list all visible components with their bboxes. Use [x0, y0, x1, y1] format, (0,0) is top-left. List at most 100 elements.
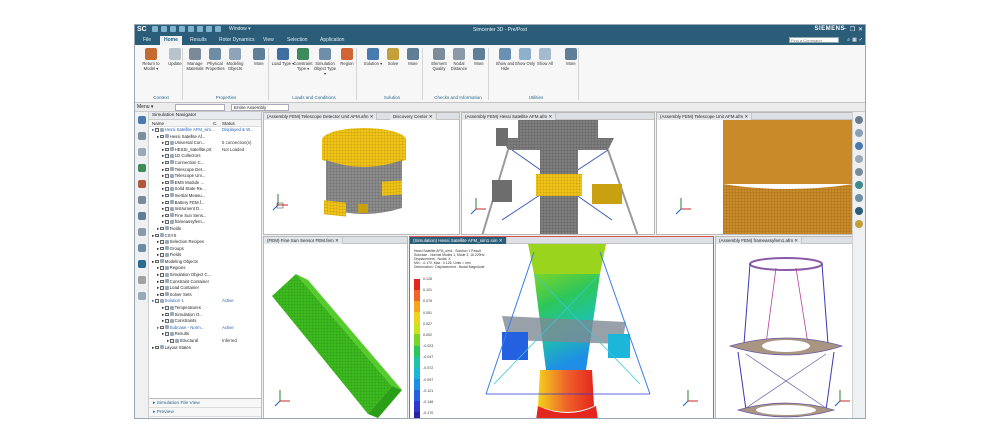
tree-node[interactable]: ▸ Solution 1 Active [149, 298, 261, 305]
visibility-checkbox[interactable] [165, 187, 169, 191]
web-browser-icon[interactable] [137, 212, 146, 220]
expand-icon[interactable]: ▸ [162, 206, 164, 211]
column-name[interactable]: Name [152, 121, 164, 126]
tree-node[interactable]: ▸ Groups [149, 246, 261, 253]
expand-icon[interactable]: ▸ [157, 265, 159, 270]
visibility-checkbox[interactable] [165, 213, 169, 218]
sheet-icon[interactable] [137, 292, 146, 300]
tree-node[interactable]: ▸ Modeling Objects [149, 259, 261, 266]
minimize-button[interactable]: – [843, 26, 846, 33]
expand-icon[interactable]: ▸ [152, 127, 154, 132]
tree-node[interactable]: ▸ Load Container [149, 285, 261, 292]
expand-icon[interactable]: ▸ [162, 305, 164, 310]
visibility-checkbox[interactable] [170, 339, 174, 343]
ribbon-button-4[interactable]: Modeling Objects [223, 48, 247, 71]
expand-icon[interactable]: ▸ [162, 153, 164, 158]
tab-simulation[interactable]: (Simulation) Hessi Satellite AFM_sim1.si… [410, 237, 507, 244]
tree-node[interactable]: ▸ Layout States [149, 345, 261, 352]
expand-icon[interactable]: ▸ [162, 331, 164, 336]
snap-view-icon[interactable] [855, 181, 863, 189]
tree-node[interactable]: ▸ Results [149, 331, 261, 338]
render-style-icon[interactable] [855, 168, 863, 176]
ribbon-button-8[interactable]: Simulation Object Type ▾ [313, 48, 337, 76]
tree-node[interactable]: ▸ Simulation O... [149, 312, 261, 319]
visibility-checkbox[interactable] [165, 174, 169, 178]
tree-node[interactable]: ▸ Hessi Satellite AFM_sim... Displayed & W… [149, 127, 261, 134]
constraint-navigator-icon[interactable] [137, 164, 146, 172]
visibility-checkbox[interactable] [155, 259, 159, 264]
orient-icon[interactable] [855, 194, 863, 202]
simulation-navigator-icon[interactable] [137, 116, 146, 124]
expand-icon[interactable]: ▸ [162, 186, 164, 191]
expand-icon[interactable]: ▸ [157, 226, 159, 231]
visibility-checkbox[interactable] [165, 167, 169, 172]
preview-panel[interactable]: ▸ Preview [149, 408, 261, 417]
viewport-hessi-satellite[interactable]: (Assembly FEM) Hessi Satellite AFM.afm ✕ [461, 112, 655, 235]
visibility-checkbox[interactable] [160, 246, 164, 251]
visibility-checkbox[interactable] [160, 226, 164, 231]
check-icon[interactable]: ✓ [859, 37, 863, 43]
visibility-checkbox[interactable] [155, 128, 159, 132]
tree-node[interactable]: ▸ 1D Collectors [149, 153, 261, 160]
tab-discovery-center[interactable]: Discovery Center ✕ [390, 113, 437, 120]
visibility-checkbox[interactable] [165, 306, 169, 310]
tree-node[interactable]: ▸ Fields [149, 226, 261, 233]
close-button[interactable]: ✕ [858, 26, 863, 33]
tree-node[interactable]: ▸ Simulation Object C... [149, 272, 261, 279]
assembly-navigator-icon[interactable] [137, 148, 146, 156]
expand-icon[interactable]: ▸ [162, 219, 164, 224]
tree-node[interactable]: ▸ Regions [149, 265, 261, 272]
expand-icon[interactable]: ▸ [157, 285, 159, 290]
tree-node[interactable]: ▸ Solver Sets [149, 292, 261, 299]
tab-results[interactable]: Results [186, 36, 211, 45]
visibility-checkbox[interactable] [160, 292, 164, 297]
tab-frame-assembly[interactable]: (Assembly FEM) frameassyfem1.afm ✕ [716, 237, 803, 244]
tree-node[interactable]: ▸ EMS Module ... [149, 180, 261, 187]
column-c[interactable]: C. [213, 121, 218, 126]
grid-icon[interactable]: ▦ [852, 37, 857, 43]
tab-rotor-dynamics[interactable]: Rotor Dynamics [215, 36, 259, 45]
layer-icon[interactable] [855, 220, 863, 228]
visibility-checkbox[interactable] [165, 220, 169, 224]
history-icon[interactable] [137, 180, 146, 188]
expand-icon[interactable]: ▸ [157, 252, 159, 257]
column-status[interactable]: Status [222, 121, 235, 126]
expand-icon[interactable]: ▸ [162, 173, 164, 178]
tree-node[interactable]: ▸ Telescope Det... [149, 167, 261, 174]
viewport-telescope-detector[interactable]: (Assembly FEM) Telescope Detector Unit A… [263, 112, 460, 235]
tree-node[interactable]: ▸ Solid State Re... [149, 186, 261, 193]
ribbon-button-0[interactable]: Return to Model ▾ [139, 48, 163, 71]
expand-icon[interactable]: ▸ [162, 140, 164, 145]
expand-icon[interactable]: ▸ [157, 292, 159, 297]
expand-icon[interactable]: ▸ [152, 259, 154, 264]
visibility-checkbox[interactable] [155, 299, 159, 303]
tree-node[interactable]: ▸ Structural Inferred [149, 338, 261, 345]
reuse-library-icon[interactable] [137, 196, 146, 204]
expand-icon[interactable]: ▸ [162, 213, 164, 218]
expand-icon[interactable]: ▸ [157, 272, 159, 277]
expand-icon[interactable]: ▸ [157, 134, 159, 139]
post-processing-navigator-icon[interactable] [137, 260, 146, 268]
search-icon[interactable]: ⌕ [847, 37, 850, 43]
visibility-checkbox[interactable] [165, 160, 169, 165]
viewport-telescope-unit[interactable]: (Assembly FEM) Telescope Unit AFM.afm ✕ [656, 112, 853, 235]
visibility-checkbox[interactable] [165, 332, 169, 336]
expand-icon[interactable]: ▸ [152, 233, 154, 238]
tab-file[interactable]: File [139, 36, 155, 45]
expand-icon[interactable]: ▸ [162, 147, 164, 152]
tree-node[interactable]: ▸ Inertial Measu... [149, 193, 261, 200]
tree-node[interactable]: ▸ HESSI_Satellite.prt Not Loaded [149, 147, 261, 154]
command-search-input[interactable]: Find a Command [789, 37, 839, 43]
tree-node[interactable]: ▸ Instrument D... [149, 206, 261, 213]
expand-icon[interactable]: ▸ [152, 298, 154, 303]
tab-home[interactable]: Home [160, 36, 182, 45]
visibility-checkbox[interactable] [155, 345, 159, 350]
maximize-button[interactable]: ❐ [850, 26, 855, 33]
visibility-checkbox[interactable] [160, 273, 164, 277]
ribbon-button-7[interactable]: Constraint Type ▾ [291, 48, 315, 71]
expand-icon[interactable]: ▸ [162, 318, 164, 323]
tree-node[interactable]: ▸ Fine Sun Sens... [149, 213, 261, 220]
expand-icon[interactable]: ▸ [162, 312, 164, 317]
menu-button[interactable]: Menu ▾ [137, 104, 153, 110]
type-filter-select[interactable] [175, 104, 225, 111]
